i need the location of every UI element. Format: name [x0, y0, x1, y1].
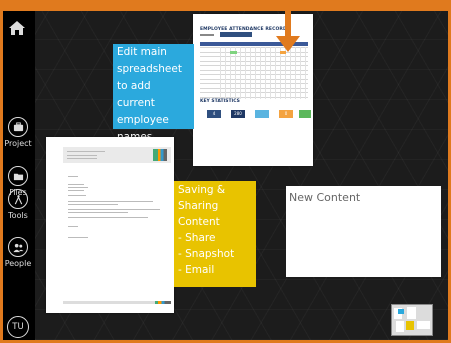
sticky-note-line: - Snapshot [178, 248, 235, 260]
spreadsheet-column [270, 47, 271, 99]
letter-logo [153, 149, 167, 161]
spreadsheet-filter-box [220, 32, 252, 37]
avatar[interactable]: TU [7, 316, 29, 338]
home-icon[interactable] [9, 21, 25, 35]
spreadsheet-subtitle-bar [200, 34, 214, 36]
spreadsheet-green-cell [230, 51, 237, 54]
spreadsheet-column [285, 47, 286, 99]
spreadsheet-column [295, 47, 296, 99]
sticky-note-line: - Share [178, 232, 216, 244]
letter-line [68, 195, 86, 196]
spreadsheet-column [235, 47, 236, 99]
spreadsheet-column [245, 47, 246, 99]
minimap-yellow-note [406, 321, 414, 330]
spreadsheet-column [275, 47, 276, 99]
spreadsheet-column [225, 47, 226, 99]
spreadsheet-row [200, 69, 308, 71]
arrow-stem [285, 0, 291, 40]
stat-box: 4 [207, 110, 221, 118]
spreadsheet-row [200, 78, 308, 80]
spreadsheet-column [220, 47, 221, 99]
sidebar-item-label: Project [4, 139, 32, 148]
sticky-note-text: Edit main spreadsheet to add current emp… [117, 46, 182, 143]
spreadsheet-grid [200, 47, 308, 102]
spreadsheet-column [240, 47, 241, 99]
people-icon [8, 237, 28, 257]
spreadsheet-column [250, 47, 251, 99]
letter-line [68, 226, 78, 227]
spreadsheet-column [260, 47, 261, 99]
letter-line [68, 201, 153, 202]
spreadsheet-row [200, 87, 308, 89]
spreadsheet-column [230, 47, 231, 99]
sticky-note-blue[interactable]: Edit main spreadsheet to add current emp… [113, 44, 194, 143]
minimap-content-box [417, 321, 430, 329]
spreadsheet-row [200, 96, 308, 98]
compass-icon [8, 189, 28, 209]
letter-document[interactable] [46, 137, 174, 313]
stat-box: 280 [231, 110, 245, 118]
letter-line [67, 151, 105, 152]
spreadsheet-column [255, 47, 256, 99]
sticky-note-line: - Email [178, 264, 215, 276]
spreadsheet-row [200, 56, 308, 57]
sidebar-item-tools[interactable]: Tools [0, 189, 36, 220]
letter-line [68, 212, 128, 213]
letter-line [68, 237, 88, 238]
new-content-box[interactable]: New Content [286, 186, 441, 277]
sidebar-item-project[interactable]: Project [0, 117, 36, 148]
minimap-thumbnail[interactable] [391, 304, 433, 336]
letter-line [68, 217, 148, 218]
briefcase-icon [8, 117, 28, 137]
spreadsheet-column [300, 47, 301, 99]
letter-line [68, 190, 84, 191]
letter-line [67, 155, 97, 156]
letter-line [68, 184, 84, 185]
letter-line [67, 158, 97, 159]
spreadsheet-column [265, 47, 266, 99]
spreadsheet-row [200, 65, 308, 66]
sidebar-item-people[interactable]: People [0, 237, 36, 268]
minimap-doc [407, 307, 416, 319]
spreadsheet-row [200, 60, 308, 62]
spreadsheet-stats-title: KEY STATISTICS [200, 99, 240, 104]
new-content-label: New Content [289, 191, 361, 204]
sticky-note-yellow[interactable]: Saving & Sharing Content - Share - Snaps… [174, 181, 256, 287]
stat-box [255, 110, 269, 118]
arrow-down-icon [276, 36, 300, 52]
spreadsheet-column [280, 47, 281, 99]
spreadsheet-row [200, 92, 308, 93]
folder-icon [8, 166, 28, 186]
spreadsheet-column [305, 47, 306, 99]
letter-line [68, 176, 78, 177]
letter-line [68, 209, 160, 210]
letter-footer [63, 301, 171, 304]
minimap-doc [396, 321, 404, 332]
letter-line [68, 204, 118, 205]
stat-box [299, 110, 311, 118]
sticky-note-line: Saving & Sharing Content [178, 184, 226, 228]
minimap-blue-note [398, 309, 404, 314]
sidebar-item-label: People [4, 259, 32, 268]
spreadsheet-row [200, 83, 308, 84]
stat-box: 0 [279, 110, 293, 118]
letter-line [68, 187, 88, 188]
sidebar-item-label: Tools [8, 211, 28, 220]
spreadsheet-row [200, 74, 308, 75]
spreadsheet-column [290, 47, 291, 99]
